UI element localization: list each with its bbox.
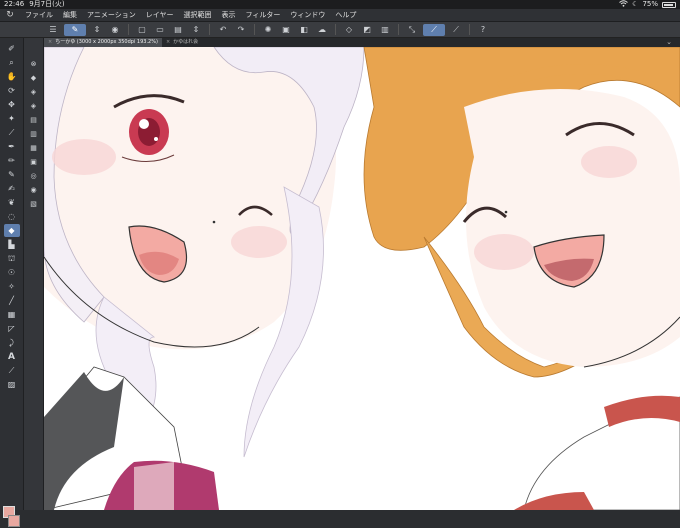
- invert-icon[interactable]: ◧: [297, 24, 311, 36]
- status-time: 22:46: [4, 0, 25, 8]
- moon-icon: ☾: [632, 0, 639, 8]
- fill-bucket-icon[interactable]: ⛫: [4, 252, 20, 265]
- divider: [254, 24, 255, 35]
- ios-status-bar: 22:46 9月7日(火) ☾ 75%: [0, 0, 680, 9]
- menu-view[interactable]: 表示: [217, 10, 241, 20]
- text-tool-icon[interactable]: A: [4, 350, 20, 363]
- eraser-icon[interactable]: ◌: [4, 210, 20, 223]
- status-date: 9月7日(火): [29, 0, 65, 8]
- menu-file[interactable]: ファイル: [20, 10, 58, 20]
- close-panel-icon[interactable]: ⊗: [27, 58, 40, 70]
- sub-tool-palette: ⊗ ◆ ◈ ◈ ▤ ▥ ▦ ▣ ◎ ◉ ▧: [24, 38, 44, 510]
- menu-bar: ↻ ファイル 編集 アニメーション レイヤー 選択範囲 表示 フィルター ウィン…: [0, 9, 680, 22]
- tab-label: ちーかゆ (3000 x 2000px 350dpi 193.2%): [55, 39, 158, 45]
- divider: [128, 24, 129, 35]
- tool-palette: ✐ ⌕ ✋ ⟳ ✥ ✦ ⟋ ✒ ✏ ✎ ✍ ❦ ◌ ◆ ▙ ⛫ ☉ ✧ ╱ ▦ …: [0, 38, 24, 527]
- blend-icon[interactable]: ☉: [4, 266, 20, 279]
- save-icon[interactable]: ▤: [171, 24, 185, 36]
- zoom-icon[interactable]: ⌕: [4, 56, 20, 69]
- menu-selection[interactable]: 選択範囲: [179, 10, 217, 20]
- transform-icon[interactable]: ⤡: [405, 24, 419, 36]
- menu-help[interactable]: ヘルプ: [330, 10, 361, 20]
- shape-icon[interactable]: ◸: [4, 322, 20, 335]
- gradient-icon[interactable]: ▙: [4, 238, 20, 251]
- layer-properties-icon[interactable]: ▣: [27, 156, 40, 168]
- redo-icon[interactable]: ↷: [234, 24, 248, 36]
- menu-layer[interactable]: レイヤー: [141, 10, 179, 20]
- close-icon[interactable]: ×: [48, 38, 52, 47]
- sub-tool-3-icon[interactable]: ◈: [27, 100, 40, 112]
- divider: [398, 24, 399, 35]
- tab-document-second[interactable]: × かゆはれ会: [162, 38, 202, 47]
- menu-window[interactable]: ウィンドウ: [285, 10, 330, 20]
- open-folder-icon[interactable]: ▭: [153, 24, 167, 36]
- menu-animation[interactable]: アニメーション: [82, 10, 141, 20]
- selection-invert-icon[interactable]: ◩: [360, 24, 374, 36]
- line-icon[interactable]: ⟋: [449, 24, 463, 36]
- sub-tool-2-icon[interactable]: ◈: [27, 86, 40, 98]
- hand-icon[interactable]: ✋: [4, 70, 20, 83]
- layer-icon-2[interactable]: ▥: [27, 128, 40, 140]
- operation-icon[interactable]: ⤸: [4, 336, 20, 349]
- brush-tool-icon[interactable]: ✐: [4, 42, 20, 55]
- selection-clear-icon[interactable]: ◇: [342, 24, 356, 36]
- pencil-icon[interactable]: ✏: [4, 154, 20, 167]
- sub-tool-1-icon[interactable]: ◆: [27, 72, 40, 84]
- ruler-icon[interactable]: ╱: [4, 294, 20, 307]
- edit-mode-icon[interactable]: ✎: [64, 23, 86, 36]
- menu-edit[interactable]: 編集: [58, 10, 82, 20]
- crop-icon[interactable]: ▥: [378, 24, 392, 36]
- color-swatch[interactable]: [3, 506, 20, 528]
- document-tab-bar: × ちーかゆ (3000 x 2000px 350dpi 193.2%) × か…: [44, 38, 680, 47]
- stroke-stabilizer-icon[interactable]: ⟋: [423, 23, 445, 36]
- rotate-icon[interactable]: ⟳: [4, 84, 20, 97]
- stepper-icon-2[interactable]: ⇕: [189, 24, 203, 36]
- undo-icon[interactable]: ↶: [216, 24, 230, 36]
- clear-icon[interactable]: ✺: [261, 24, 275, 36]
- fill-tool-icon[interactable]: ◆: [3, 224, 20, 237]
- chevron-down-icon[interactable]: ⌄: [666, 38, 680, 47]
- tab-document-active[interactable]: × ちーかゆ (3000 x 2000px 350dpi 193.2%): [44, 38, 162, 47]
- hamburger-menu-icon[interactable]: ☰: [46, 24, 60, 36]
- fill-icon[interactable]: ▣: [279, 24, 293, 36]
- drawing-canvas[interactable]: [44, 47, 680, 510]
- move-icon[interactable]: ✥: [4, 98, 20, 111]
- stepper-icon[interactable]: ⇕: [90, 24, 104, 36]
- correction-icon[interactable]: ▨: [4, 378, 20, 391]
- battery-percent: 75%: [642, 0, 658, 8]
- battery-icon: [662, 1, 676, 8]
- layer-stack-icon-2[interactable]: ◉: [27, 184, 40, 196]
- layer-icon-3[interactable]: ▦: [27, 142, 40, 154]
- layer-icon[interactable]: ▤: [27, 114, 40, 126]
- divider: [469, 24, 470, 35]
- pen-icon[interactable]: ✒: [4, 140, 20, 153]
- sub-color-icon[interactable]: [8, 515, 20, 527]
- cloud-icon[interactable]: ☁: [315, 24, 329, 36]
- layer-stack-icon[interactable]: ◎: [27, 170, 40, 182]
- help-icon[interactable]: ?: [476, 24, 490, 36]
- balloon-icon[interactable]: ⟋: [4, 364, 20, 377]
- divider: [335, 24, 336, 35]
- csp-app-icon[interactable]: ↻: [0, 10, 20, 20]
- camera-icon[interactable]: ◉: [108, 24, 122, 36]
- wand-icon[interactable]: ✦: [4, 112, 20, 125]
- command-bar: ☰ ✎ ⇕ ◉ ▢ ▭ ▤ ⇕ ↶ ↷ ✺ ▣ ◧ ☁ ◇ ◩ ▥ ⤡ ⟋ ⟋ …: [0, 22, 680, 38]
- tab-label: かゆはれ会: [173, 39, 199, 45]
- decoration-icon[interactable]: ❦: [4, 196, 20, 209]
- divider: [209, 24, 210, 35]
- airbrush-icon[interactable]: ✍: [4, 182, 20, 195]
- artwork: [44, 47, 680, 510]
- frame-icon[interactable]: ▦: [4, 308, 20, 321]
- brush-icon[interactable]: ✎: [4, 168, 20, 181]
- layer-folder-icon[interactable]: ▧: [27, 198, 40, 210]
- figure-icon[interactable]: ✧: [4, 280, 20, 293]
- close-icon[interactable]: ×: [166, 38, 170, 47]
- new-file-icon[interactable]: ▢: [135, 24, 149, 36]
- eyedropper-icon[interactable]: ⟋: [4, 126, 20, 139]
- menu-filter[interactable]: フィルター: [241, 10, 286, 20]
